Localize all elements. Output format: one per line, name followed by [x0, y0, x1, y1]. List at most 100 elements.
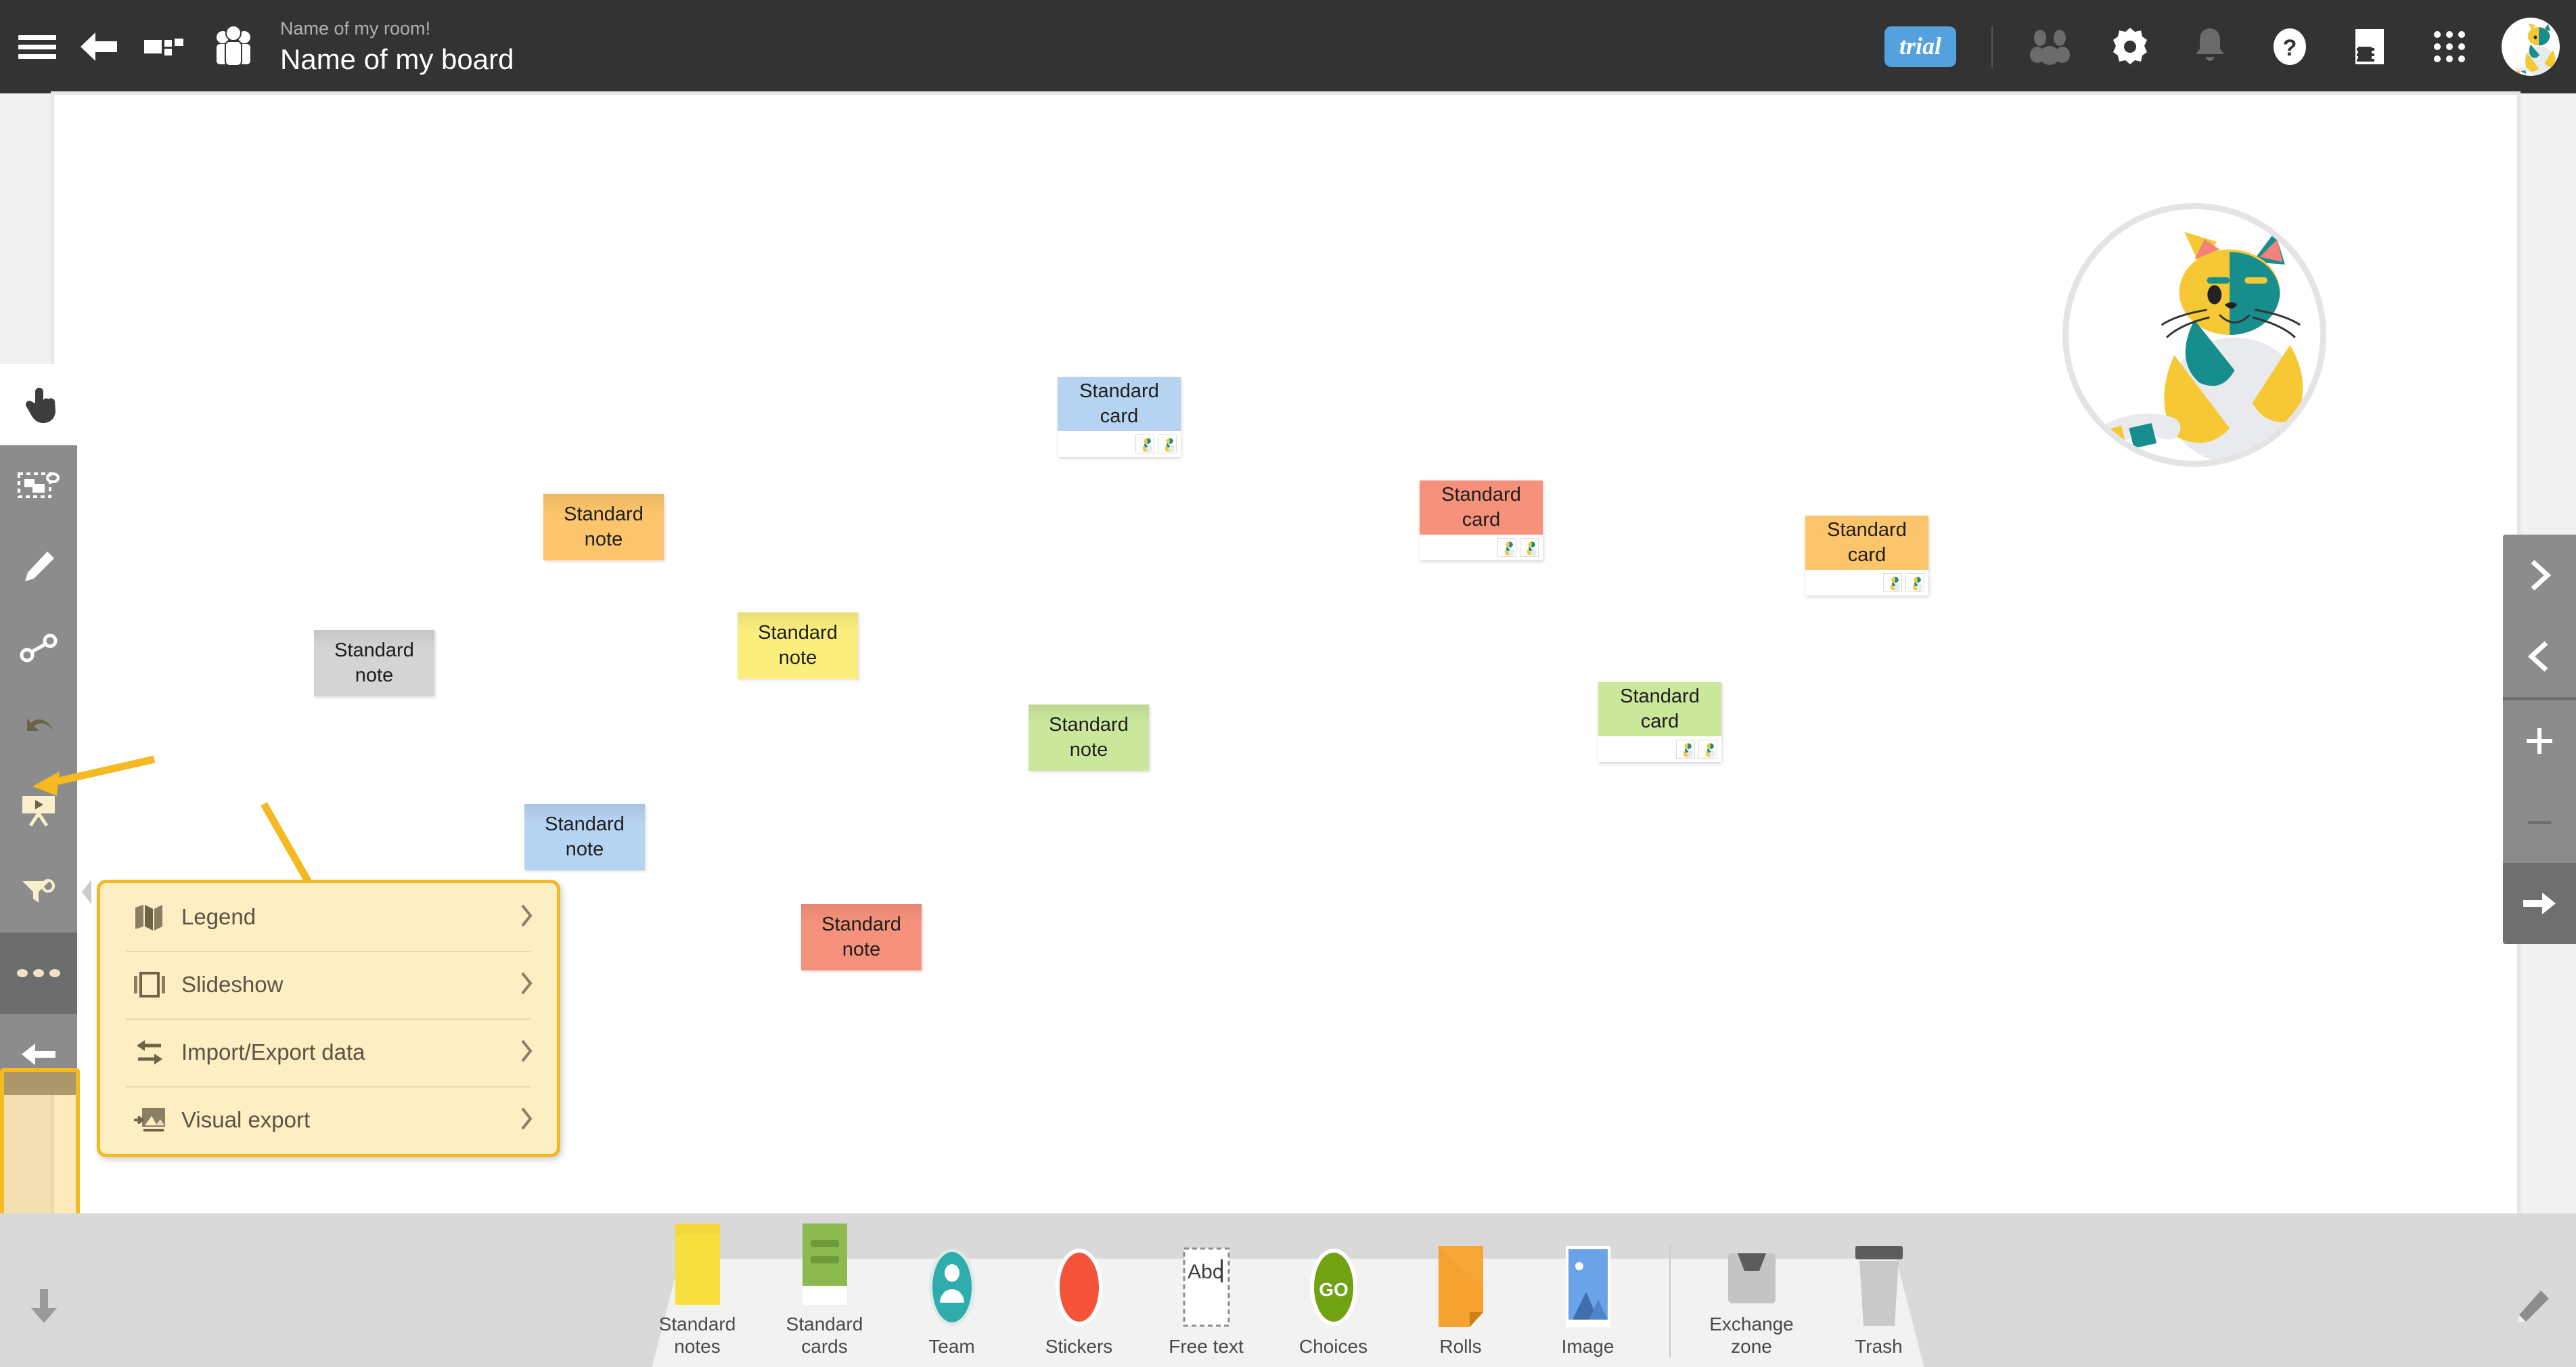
- card-orange[interactable]: Standard card: [1805, 516, 1928, 596]
- sidebar-item-pen-tool[interactable]: [0, 526, 77, 608]
- back-arrow-icon[interactable]: [66, 0, 131, 93]
- card-footer: [1058, 431, 1181, 457]
- zoom-out-button[interactable]: [2503, 782, 2576, 863]
- download-arrow-icon[interactable]: [24, 1286, 64, 1332]
- previous-chevron-button[interactable]: [2503, 616, 2576, 697]
- sidebar-item-filter-tool[interactable]: [0, 851, 77, 933]
- card-blue[interactable]: Standard card: [1058, 377, 1181, 457]
- note-blue[interactable]: Standard note: [524, 804, 645, 870]
- panel-icon[interactable]: [2330, 0, 2410, 93]
- sidebar-item-more-tool[interactable]: [0, 933, 77, 1014]
- menu-item-legend[interactable]: Legend: [100, 883, 557, 951]
- abc-text-icon: Abc: [1183, 1247, 1230, 1327]
- picture-icon: [1565, 1245, 1610, 1327]
- tool-exchange-zone[interactable]: Exchange zone: [1688, 1225, 1815, 1358]
- red-dot-icon: [1055, 1247, 1104, 1327]
- note-orange[interactable]: Standard note: [543, 494, 664, 560]
- card-body: Standard card: [1805, 516, 1928, 570]
- hamburger-menu-button[interactable]: [8, 0, 66, 93]
- dashboard-grid-icon[interactable]: [131, 0, 196, 93]
- card-member-avatar[interactable]: [1520, 538, 1539, 557]
- menu-item-label: Visual export: [181, 1107, 311, 1132]
- tool-trash[interactable]: Trash: [1815, 1245, 1943, 1358]
- inbox-tray-icon: [1725, 1225, 1778, 1305]
- card-member-avatar[interactable]: [1698, 740, 1717, 759]
- collapse-right-button[interactable]: [2503, 863, 2576, 944]
- note-green[interactable]: Standard note: [1029, 704, 1149, 771]
- svg-text:?: ?: [2283, 35, 2297, 61]
- note-text: Standard note: [821, 913, 901, 960]
- sidebar-item-presentation-tool[interactable]: [0, 770, 77, 851]
- card-text: Standard card: [1079, 380, 1159, 427]
- green-card-icon: [802, 1223, 847, 1305]
- card-member-avatar[interactable]: [1676, 740, 1695, 759]
- chevron-right-icon: [519, 903, 534, 931]
- toolbar-collapse-handle[interactable]: [77, 873, 97, 911]
- note-text: Standard note: [545, 813, 625, 860]
- board-title-block: Name of my room! Name of my board: [280, 18, 514, 74]
- cat-illustration: [2062, 203, 2326, 467]
- tool-rolls[interactable]: Rolls: [1397, 1245, 1524, 1358]
- note-red[interactable]: Standard note: [801, 904, 922, 970]
- trial-badge[interactable]: trial: [1884, 26, 1956, 67]
- svg-text:GO: GO: [1319, 1279, 1349, 1300]
- sidebar-item-collapse-arrow-tool[interactable]: [0, 1014, 77, 1095]
- tool-label: Trash: [1855, 1335, 1903, 1357]
- svg-text:Abc: Abc: [1188, 1261, 1223, 1283]
- header-right-actions: trial ?: [1884, 0, 2576, 93]
- card-text: Standard card: [1620, 685, 1700, 732]
- tool-label: Rolls: [1439, 1335, 1482, 1357]
- top-header-bar: Name of my room! Name of my board trial: [0, 0, 2576, 93]
- tool-free-text[interactable]: Abc Free text: [1143, 1247, 1270, 1358]
- sidebar-item-hand-pointer-tool[interactable]: [0, 364, 77, 445]
- tool-label: Image: [1561, 1335, 1614, 1357]
- tool-standard-notes[interactable]: Standard notes: [634, 1223, 761, 1358]
- help-icon[interactable]: ?: [2250, 0, 2330, 93]
- page-title[interactable]: Name of my board: [280, 43, 514, 75]
- chevron-right-icon: [519, 1106, 534, 1134]
- room-name-label: Name of my room!: [280, 18, 431, 39]
- apps-grid-icon[interactable]: [2410, 0, 2489, 93]
- menu-item-label: Import/Export data: [181, 1039, 365, 1065]
- card-footer: [1598, 736, 1721, 762]
- menu-item-slideshow[interactable]: Slideshow: [100, 951, 557, 1018]
- tool-team[interactable]: Team: [888, 1247, 1016, 1358]
- card-member-avatar[interactable]: [1905, 573, 1924, 592]
- card-member-avatar[interactable]: [1158, 434, 1177, 453]
- tool-choices[interactable]: GO Choices: [1270, 1247, 1397, 1358]
- image-export-icon: [134, 1106, 176, 1134]
- card-body: Standard card: [1058, 377, 1181, 431]
- card-salmon[interactable]: Standard card: [1420, 480, 1543, 560]
- card-text: Standard card: [1441, 483, 1521, 531]
- sidebar-item-lasso-select-tool[interactable]: [0, 445, 77, 526]
- tool-label: Free text: [1169, 1335, 1244, 1357]
- next-chevron-button[interactable]: [2503, 535, 2576, 616]
- note-text: Standard note: [1049, 713, 1129, 761]
- sidebar-item-undo-tool[interactable]: [0, 689, 77, 770]
- avatar[interactable]: [2502, 18, 2560, 76]
- sidebar-item-link-tool[interactable]: [0, 608, 77, 689]
- orange-roll-icon: [1438, 1245, 1483, 1327]
- card-member-avatar[interactable]: [1135, 434, 1154, 453]
- header-divider: [1991, 26, 1993, 68]
- zoom-in-button[interactable]: [2503, 700, 2576, 782]
- card-member-avatar[interactable]: [1497, 538, 1516, 557]
- tool-stickers[interactable]: Stickers: [1016, 1247, 1143, 1358]
- tool-list: Standard notes Standard cards Team Stickers…: [634, 1223, 1943, 1358]
- card-body: Standard card: [1420, 480, 1543, 535]
- gear-icon[interactable]: [2090, 0, 2170, 93]
- team-person-icon: [928, 1247, 976, 1327]
- note-yellow[interactable]: Standard note: [738, 612, 858, 679]
- menu-item-visual-export[interactable]: Visual export: [100, 1086, 557, 1154]
- menu-item-import-export[interactable]: Import/Export data: [100, 1018, 557, 1086]
- card-green[interactable]: Standard card: [1598, 682, 1721, 762]
- participants-icon[interactable]: [2010, 0, 2090, 93]
- edit-pencil-icon[interactable]: [2511, 1288, 2552, 1332]
- group-people-icon[interactable]: [196, 0, 271, 93]
- note-gray[interactable]: Standard note: [314, 630, 434, 696]
- tool-standard-cards[interactable]: Standard cards: [761, 1223, 888, 1358]
- tool-image[interactable]: Image: [1524, 1245, 1652, 1358]
- card-member-avatar[interactable]: [1883, 573, 1902, 592]
- bell-icon[interactable]: [2170, 0, 2250, 93]
- tool-label: Team: [928, 1335, 975, 1357]
